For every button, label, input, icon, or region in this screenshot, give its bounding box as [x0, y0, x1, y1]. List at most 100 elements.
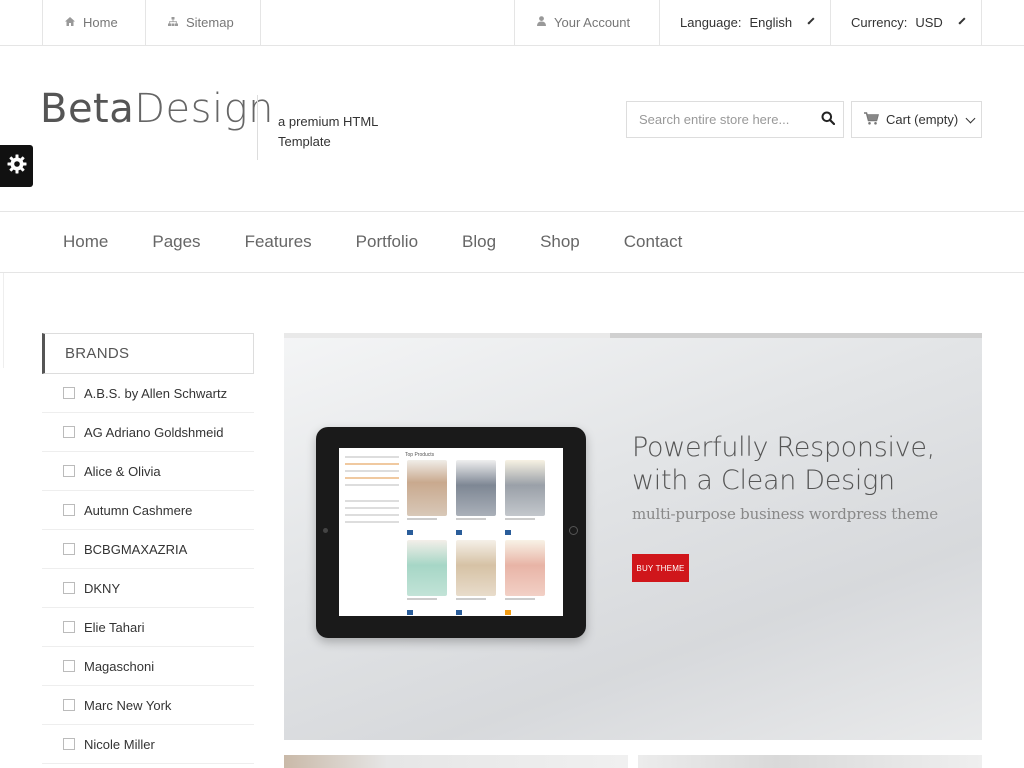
- brand-label: Autumn Cashmere: [84, 502, 193, 518]
- language-label: Language:: [680, 15, 742, 30]
- brand-filter-item[interactable]: BCBGMAXAZRIA: [42, 530, 254, 569]
- site-tagline: a premium HTML Template: [278, 114, 378, 149]
- brand-checkbox[interactable]: [63, 699, 75, 711]
- brand-filter-item[interactable]: Alice & Olivia: [42, 452, 254, 491]
- topbar-divider: [260, 0, 261, 45]
- product-meta: [407, 518, 447, 535]
- logo-light: Design: [134, 86, 274, 132]
- topbar-sitemap-link[interactable]: Sitemap: [145, 0, 260, 45]
- product-meta: [505, 598, 545, 615]
- brand-label: DKNY: [84, 580, 121, 596]
- side-panel-edge: [0, 273, 4, 368]
- user-icon: [537, 16, 546, 29]
- brand-checkbox[interactable]: [63, 504, 75, 516]
- slider-subline: multi-purpose business wordpress theme: [632, 505, 938, 523]
- tablet-mockup-image: Top Products: [316, 427, 586, 638]
- brand-checkbox[interactable]: [63, 426, 75, 438]
- brand-label: Elie Tahari: [84, 619, 145, 635]
- product-thumb: [456, 540, 496, 596]
- brand-filter-item[interactable]: A.B.S. by Allen Schwartz: [42, 374, 254, 413]
- chevron-down-icon: [965, 113, 976, 123]
- brand-filter-item[interactable]: Magaschoni: [42, 647, 254, 686]
- tablet-camera: [323, 528, 328, 533]
- topbar-home-label: Home: [83, 15, 118, 30]
- cart-label: Cart (empty): [886, 112, 959, 127]
- cart-dropdown[interactable]: Cart (empty): [851, 101, 982, 138]
- brand-filter-item[interactable]: Marc New York: [42, 686, 254, 725]
- brand-checkbox[interactable]: [63, 660, 75, 672]
- product-thumb: [505, 460, 545, 516]
- screen-sidebar: [345, 456, 399, 546]
- logo-divider: [257, 95, 258, 160]
- hero-slider: Top Products Powerfully Responsive, with…: [284, 333, 982, 740]
- brand-checkbox[interactable]: [63, 738, 75, 750]
- product-meta: [456, 598, 496, 615]
- screen-title: Top Products: [405, 452, 435, 458]
- chevron-down-icon: [958, 16, 966, 25]
- slider-headline: Powerfully Responsive, with a Clean Desi…: [632, 431, 935, 497]
- brand-filter-item[interactable]: AG Adriano Goldshmeid: [42, 413, 254, 452]
- nav-item-pages[interactable]: Pages: [152, 232, 200, 252]
- brand-label: BCBGMAXAZRIA: [84, 541, 188, 557]
- nav-item-contact[interactable]: Contact: [624, 232, 683, 252]
- brand-checkbox[interactable]: [63, 465, 75, 477]
- brand-checkbox[interactable]: [63, 387, 75, 399]
- site-logo[interactable]: BetaDesign: [40, 86, 274, 132]
- slider-headline-line-2: with a Clean Design: [632, 465, 895, 496]
- language-dropdown[interactable]: Language: English: [659, 0, 830, 45]
- product-meta: [456, 518, 496, 535]
- product-meta: [505, 518, 545, 535]
- search-box: [626, 101, 844, 138]
- product-thumb: [407, 460, 447, 516]
- nav-item-portfolio[interactable]: Portfolio: [356, 232, 418, 252]
- brand-filter-item[interactable]: DKNY: [42, 569, 254, 608]
- product-thumb: [505, 540, 545, 596]
- brands-title: BRANDS: [42, 333, 254, 374]
- brand-checkbox[interactable]: [63, 582, 75, 594]
- logo-bold: Beta: [40, 86, 135, 132]
- promo-banner-left[interactable]: [284, 755, 628, 768]
- brand-label: Alice & Olivia: [84, 463, 161, 479]
- brand-label: AG Adriano Goldshmeid: [84, 424, 224, 440]
- nav-item-features[interactable]: Features: [245, 232, 312, 252]
- nav-item-shop[interactable]: Shop: [540, 232, 580, 252]
- gear-icon: [7, 154, 27, 179]
- brand-filter-item[interactable]: Autumn Cashmere: [42, 491, 254, 530]
- topbar-sitemap-label: Sitemap: [186, 15, 234, 30]
- brand-label: Marc New York: [84, 697, 172, 713]
- currency-dropdown[interactable]: Currency: USD: [830, 0, 982, 45]
- brand-list: A.B.S. by Allen Schwartz AG Adriano Golds…: [42, 374, 254, 764]
- home-icon: [65, 16, 75, 29]
- product-meta: [407, 598, 447, 615]
- cart-icon: [864, 111, 879, 128]
- brand-label: A.B.S. by Allen Schwartz: [84, 385, 228, 401]
- topbar-account-label: Your Account: [554, 15, 631, 30]
- sitemap-icon: [168, 16, 178, 29]
- slider-progress-track: [284, 333, 610, 338]
- product-thumb: [407, 540, 447, 596]
- brand-filter-item[interactable]: Nicole Miller: [42, 725, 254, 764]
- product-thumb: [456, 460, 496, 516]
- search-icon[interactable]: [821, 111, 837, 127]
- tablet-home-button: [569, 526, 578, 535]
- buy-theme-button[interactable]: BUY THEME: [632, 554, 689, 582]
- main-navigation: Home Pages Features Portfolio Blog Shop …: [0, 211, 1024, 273]
- language-value: English: [749, 15, 793, 30]
- chevron-down-icon: [807, 16, 815, 25]
- brand-label: Magaschoni: [84, 658, 155, 674]
- brand-checkbox[interactable]: [63, 543, 75, 555]
- promo-banner-right[interactable]: [638, 755, 982, 768]
- currency-value: USD: [915, 15, 943, 30]
- topbar-account-link[interactable]: Your Account: [514, 0, 659, 45]
- settings-panel-toggle[interactable]: [0, 145, 33, 187]
- search-input[interactable]: [639, 112, 809, 127]
- slider-progress-bar: [610, 333, 982, 338]
- nav-item-home[interactable]: Home: [63, 232, 108, 252]
- main-nav-list: Home Pages Features Portfolio Blog Shop …: [63, 232, 726, 252]
- brand-checkbox[interactable]: [63, 621, 75, 633]
- currency-label: Currency:: [851, 15, 908, 30]
- tablet-screen: Top Products: [339, 448, 563, 616]
- brand-filter-item[interactable]: Elie Tahari: [42, 608, 254, 647]
- nav-item-blog[interactable]: Blog: [462, 232, 496, 252]
- topbar-home-link[interactable]: Home: [42, 0, 145, 45]
